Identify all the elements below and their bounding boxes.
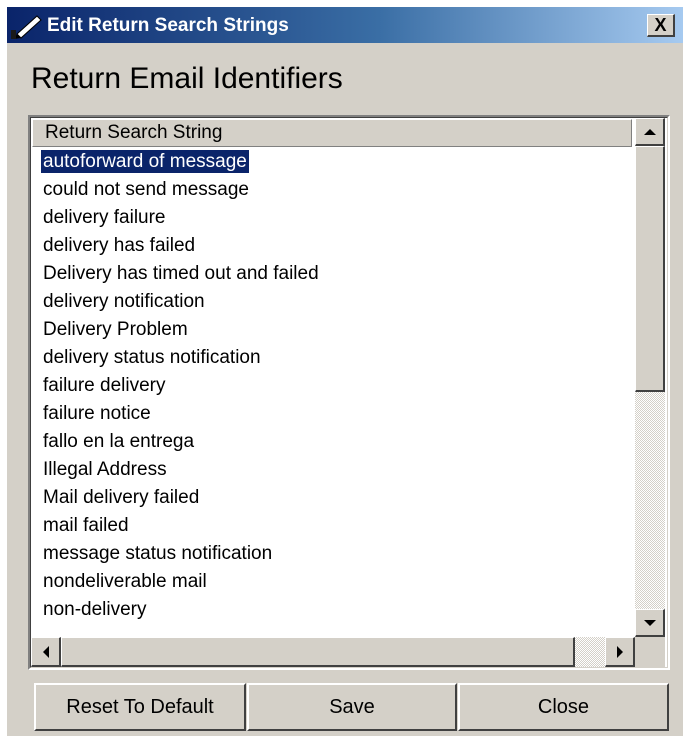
list-item[interactable]: autoforward of message: [31, 148, 635, 176]
vertical-scroll-thumb[interactable]: [635, 146, 665, 392]
edit-pencil-icon: [11, 15, 42, 39]
list-item[interactable]: failure notice: [31, 400, 635, 428]
column-header-return-search-string[interactable]: Return Search String: [32, 119, 632, 147]
list-item[interactable]: delivery has failed: [31, 232, 635, 260]
list-item[interactable]: Mail delivery failed: [31, 484, 635, 512]
edit-return-search-strings-window: Edit Return Search Strings X Return Emai…: [6, 6, 683, 736]
list-item-label: message status notification: [43, 543, 273, 564]
list-item-label: delivery failure: [43, 207, 166, 228]
scroll-down-button[interactable]: [635, 609, 665, 637]
list-item-label: delivery notification: [43, 291, 205, 312]
title-close-button[interactable]: X: [647, 14, 675, 37]
list-frame: Return Search String autoforward of mess…: [30, 117, 668, 668]
list-item[interactable]: failure delivery: [31, 372, 635, 400]
list-item-label: Illegal Address: [43, 459, 167, 480]
arrow-left-icon: [42, 645, 49, 658]
list-item-label: Delivery Problem: [43, 319, 188, 340]
window-title: Edit Return Search Strings: [47, 15, 289, 36]
list-item[interactable]: fallo en la entrega: [31, 428, 635, 456]
list-item-label: mail failed: [43, 515, 129, 536]
list-item-label: nondeliverable mail: [43, 571, 207, 592]
list-rows: autoforward of message could not send mes…: [31, 148, 635, 636]
horizontal-scroll-thumb[interactable]: [61, 637, 575, 667]
list-item-label: non-delivery: [43, 599, 147, 620]
arrow-down-icon: [643, 619, 656, 626]
close-icon: X: [654, 15, 667, 35]
list-item[interactable]: Delivery has timed out and failed: [31, 260, 635, 288]
arrow-up-icon: [643, 128, 656, 135]
horizontal-scrollbar[interactable]: [31, 637, 635, 667]
close-button[interactable]: Close: [458, 683, 669, 731]
list-item[interactable]: non-delivery: [31, 596, 635, 624]
list-item-label: Delivery has timed out and failed: [43, 263, 319, 284]
list-item[interactable]: Illegal Address: [31, 456, 635, 484]
list-item-label: delivery status notification: [43, 347, 261, 368]
list-item-label: Mail delivery failed: [43, 487, 200, 508]
list-item-label: autoforward of message: [40, 149, 250, 174]
list-item[interactable]: delivery notification: [31, 288, 635, 316]
list-item[interactable]: delivery status notification: [31, 344, 635, 372]
list-item[interactable]: nondeliverable mail: [31, 568, 635, 596]
list-item-label: could not send message: [43, 179, 249, 200]
save-button[interactable]: Save: [247, 683, 457, 731]
list-item[interactable]: message status notification: [31, 540, 635, 568]
list-item[interactable]: could not send message: [31, 176, 635, 204]
list-item-label: fallo en la entrega: [43, 431, 195, 452]
scrollbar-corner: [635, 637, 665, 667]
scroll-up-button[interactable]: [635, 118, 665, 146]
arrow-right-icon: [616, 645, 623, 658]
list-item-label: delivery has failed: [43, 235, 196, 256]
vertical-scrollbar[interactable]: [635, 118, 665, 637]
title-bar[interactable]: Edit Return Search Strings X: [7, 7, 683, 43]
list-item-label: failure notice: [43, 403, 151, 424]
scroll-right-button[interactable]: [605, 637, 635, 667]
list-item-label: failure delivery: [43, 375, 166, 396]
list-item[interactable]: delivery failure: [31, 204, 635, 232]
reset-to-default-button[interactable]: Reset To Default: [34, 683, 246, 731]
scroll-left-button[interactable]: [31, 637, 61, 667]
list-item[interactable]: mail failed: [31, 512, 635, 540]
page-title: Return Email Identifiers: [31, 62, 343, 95]
search-string-list[interactable]: Return Search String autoforward of mess…: [28, 115, 670, 670]
list-item[interactable]: Delivery Problem: [31, 316, 635, 344]
